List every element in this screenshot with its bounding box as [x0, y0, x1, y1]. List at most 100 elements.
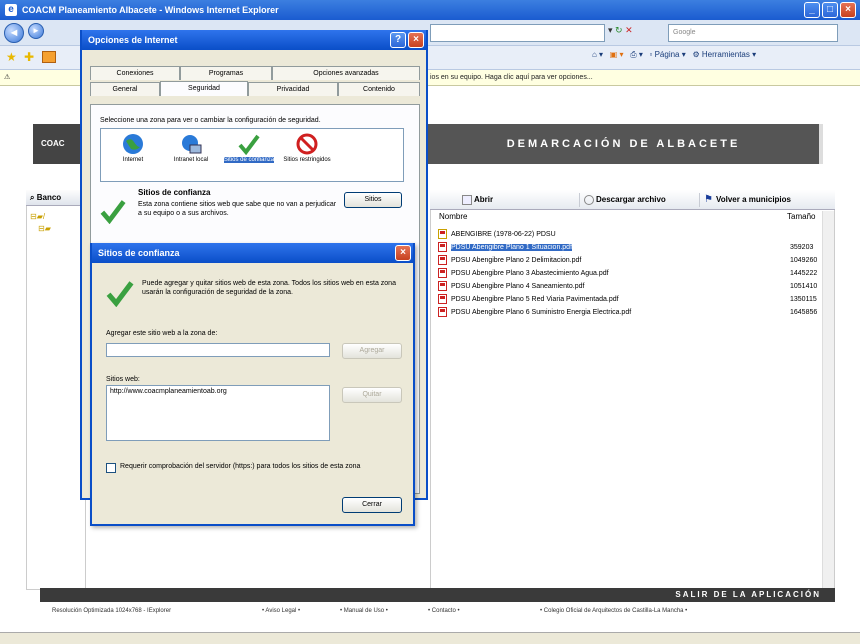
tools-menu[interactable]: ⚙ Herramientas ▾ [692, 50, 756, 59]
close-button[interactable]: × [840, 2, 856, 18]
list-item[interactable]: PDSU Abengibre Plano 6 Suministro Energi… [438, 307, 631, 318]
back-to-municipalities-button[interactable]: ⚑ Volver a municipios [702, 193, 832, 207]
tab-general[interactable]: General [90, 82, 160, 96]
download-button[interactable]: Descargar archivo [582, 193, 700, 207]
open-button[interactable]: Abrir [460, 193, 580, 207]
close-button[interactable]: Cerrar [342, 497, 402, 513]
folder-icon[interactable]: ⊟▰/ [30, 212, 45, 221]
exit-app-link[interactable]: SALIR DE LA APLICACIÓN [40, 588, 835, 602]
zone-description: Esta zona contiene sitios web que sabe q… [138, 201, 337, 217]
pdf-icon [438, 268, 447, 279]
footer-college-link[interactable]: • Colegio Oficial de Arquitectos de Cast… [540, 604, 687, 618]
feeds-icon[interactable] [42, 51, 56, 63]
window-title: COACM Planeamiento Albacete - Windows In… [22, 5, 279, 15]
pdf-icon [438, 281, 447, 292]
file-list-scrollbar[interactable] [822, 211, 834, 589]
zone-restricted[interactable]: Sitios restringidos [279, 133, 335, 164]
footer-contact-link[interactable]: • Contacto • [428, 604, 460, 618]
page-menu[interactable]: ▫ Página ▾ [650, 50, 686, 59]
page-footer: Resolución Optimizada 1024x768 - IExplor… [40, 604, 835, 618]
list-item[interactable]: PDSU Abengibre Plano 3 Abastecimiento Ag… [438, 268, 609, 279]
pdf-icon [438, 242, 447, 253]
zone-prompt: Seleccione una zona para ver o cambiar l… [100, 117, 321, 124]
address-bar[interactable] [430, 24, 605, 42]
zone-trusted[interactable]: Sitios de confianza [221, 133, 277, 164]
checkmark-icon [106, 281, 134, 307]
folder-tree-header: ⌕ Banco [26, 190, 86, 206]
websites-label: Sitios web: [106, 376, 140, 383]
folder-icon [438, 229, 447, 240]
intranet-icon [182, 135, 202, 154]
footer-legal-link[interactable]: • Aviso Legal • [262, 604, 300, 618]
ie-logo-icon: e [5, 4, 17, 16]
help-button[interactable]: ? [390, 32, 406, 48]
list-item[interactable]: http://www.coacmplaneamientoab.org [110, 386, 329, 398]
rss-icon[interactable]: ▣ ▾ [610, 50, 624, 59]
column-name[interactable]: Nombre [439, 211, 467, 223]
dialog-titlebar: Sitios de confianza × [92, 243, 413, 263]
infobar-text: ios en su equipo. Haga clic aquí para ve… [430, 74, 593, 81]
require-https-checkbox[interactable] [106, 463, 116, 473]
footer-manual-link[interactable]: • Manual de Uso • [340, 604, 388, 618]
page-banner: DEMARCACIÓN DE ALBACETE [428, 124, 823, 164]
zone-list: Internet Intranet local Sitios de confia… [100, 128, 404, 182]
websites-list[interactable]: http://www.coacmplaneamientoab.org [106, 385, 330, 441]
file-list-header: Nombre Tamaño [433, 211, 833, 223]
search-input[interactable]: Google [668, 24, 838, 42]
search-icon: ⌕ [30, 193, 35, 202]
add-site-input[interactable] [106, 343, 330, 357]
dialog-close-button[interactable]: × [395, 245, 411, 261]
subfolder-icon[interactable]: ⊟▰ [38, 224, 51, 233]
require-https-label: Requerir comprobación del servidor (http… [120, 463, 361, 470]
tab-content[interactable]: Contenido [338, 82, 420, 96]
ie-titlebar: e COACM Planeamiento Albacete - Windows … [0, 0, 860, 20]
sites-button[interactable]: Sitios [344, 192, 402, 208]
tab-advanced[interactable]: Opciones avanzadas [272, 66, 420, 80]
trusted-sites-dialog: Sitios de confianza × Puede agregar y qu… [90, 243, 415, 526]
globe-icon [123, 134, 143, 154]
tab-programs[interactable]: Programas [180, 66, 272, 80]
favorites-star-icon[interactable]: ★ [6, 50, 17, 64]
print-icon[interactable]: ⎙ ▾ [630, 50, 643, 59]
dialog-titlebar: Opciones de Internet ? × [82, 30, 426, 50]
refresh-stop-icons[interactable]: ▾ ↻ ✕ [608, 25, 633, 36]
list-item[interactable]: PDSU Abengibre Plano 2 Delimitacion.pdf [438, 255, 581, 266]
tab-privacy[interactable]: Privacidad [248, 82, 338, 96]
pdf-icon [438, 255, 447, 266]
zone-internet[interactable]: Internet [105, 133, 161, 164]
footer-resolution: Resolución Optimizada 1024x768 - IExplor… [52, 608, 172, 614]
pdf-icon [438, 294, 447, 305]
zone-intranet[interactable]: Intranet local [163, 133, 219, 164]
file-toolbar: Abrir Descargar archivo ⚑ Volver a munic… [430, 190, 835, 210]
download-icon [584, 195, 594, 205]
dialog-close-button[interactable]: × [408, 32, 424, 48]
checkmark-icon [100, 200, 126, 224]
restricted-icon [296, 133, 318, 155]
list-item[interactable]: PDSU Abengibre Plano 5 Red Viaria Pavime… [438, 294, 619, 305]
maximize-button[interactable]: □ [822, 2, 838, 18]
minimize-button[interactable]: _ [804, 2, 820, 18]
pdf-icon [438, 307, 447, 318]
add-button[interactable]: Agregar [342, 343, 402, 359]
flag-icon: ⚑ [704, 194, 713, 205]
list-item[interactable]: ABENGIBRE (1978-06-22) PDSU [438, 229, 556, 240]
tab-connections[interactable]: Conexiones [90, 66, 180, 80]
command-menus: ⌂ ▾ ▣ ▾ ⎙ ▾ ▫ Página ▾ ⚙ Herramientas ▾ [592, 50, 756, 60]
info-shield-icon: ⚠ [4, 74, 11, 81]
forward-icon[interactable]: ► [28, 23, 44, 39]
zone-title: Sitios de confianza [138, 188, 211, 197]
remove-button[interactable]: Quitar [342, 387, 402, 403]
folder-tree[interactable] [26, 190, 86, 590]
back-icon[interactable]: ◄ [4, 23, 24, 43]
column-size[interactable]: Tamaño [787, 211, 815, 223]
list-item[interactable]: PDSU Abengibre Plano 1 Situacion.pdf [438, 242, 573, 253]
home-icon[interactable]: ⌂ ▾ [592, 50, 603, 59]
open-icon [462, 195, 472, 205]
add-favorites-icon[interactable]: ✚ [24, 50, 34, 64]
add-site-label: Agregar este sitio web a la zona de: [106, 330, 218, 337]
trusted-description: Puede agregar y quitar sitios web de est… [142, 280, 396, 296]
checkmark-icon [238, 134, 260, 155]
list-item[interactable]: PDSU Abengibre Plano 4 Saneamiento.pdf [438, 281, 584, 292]
dialog-title: Opciones de Internet [88, 35, 178, 45]
tab-security[interactable]: Seguridad [160, 81, 248, 96]
